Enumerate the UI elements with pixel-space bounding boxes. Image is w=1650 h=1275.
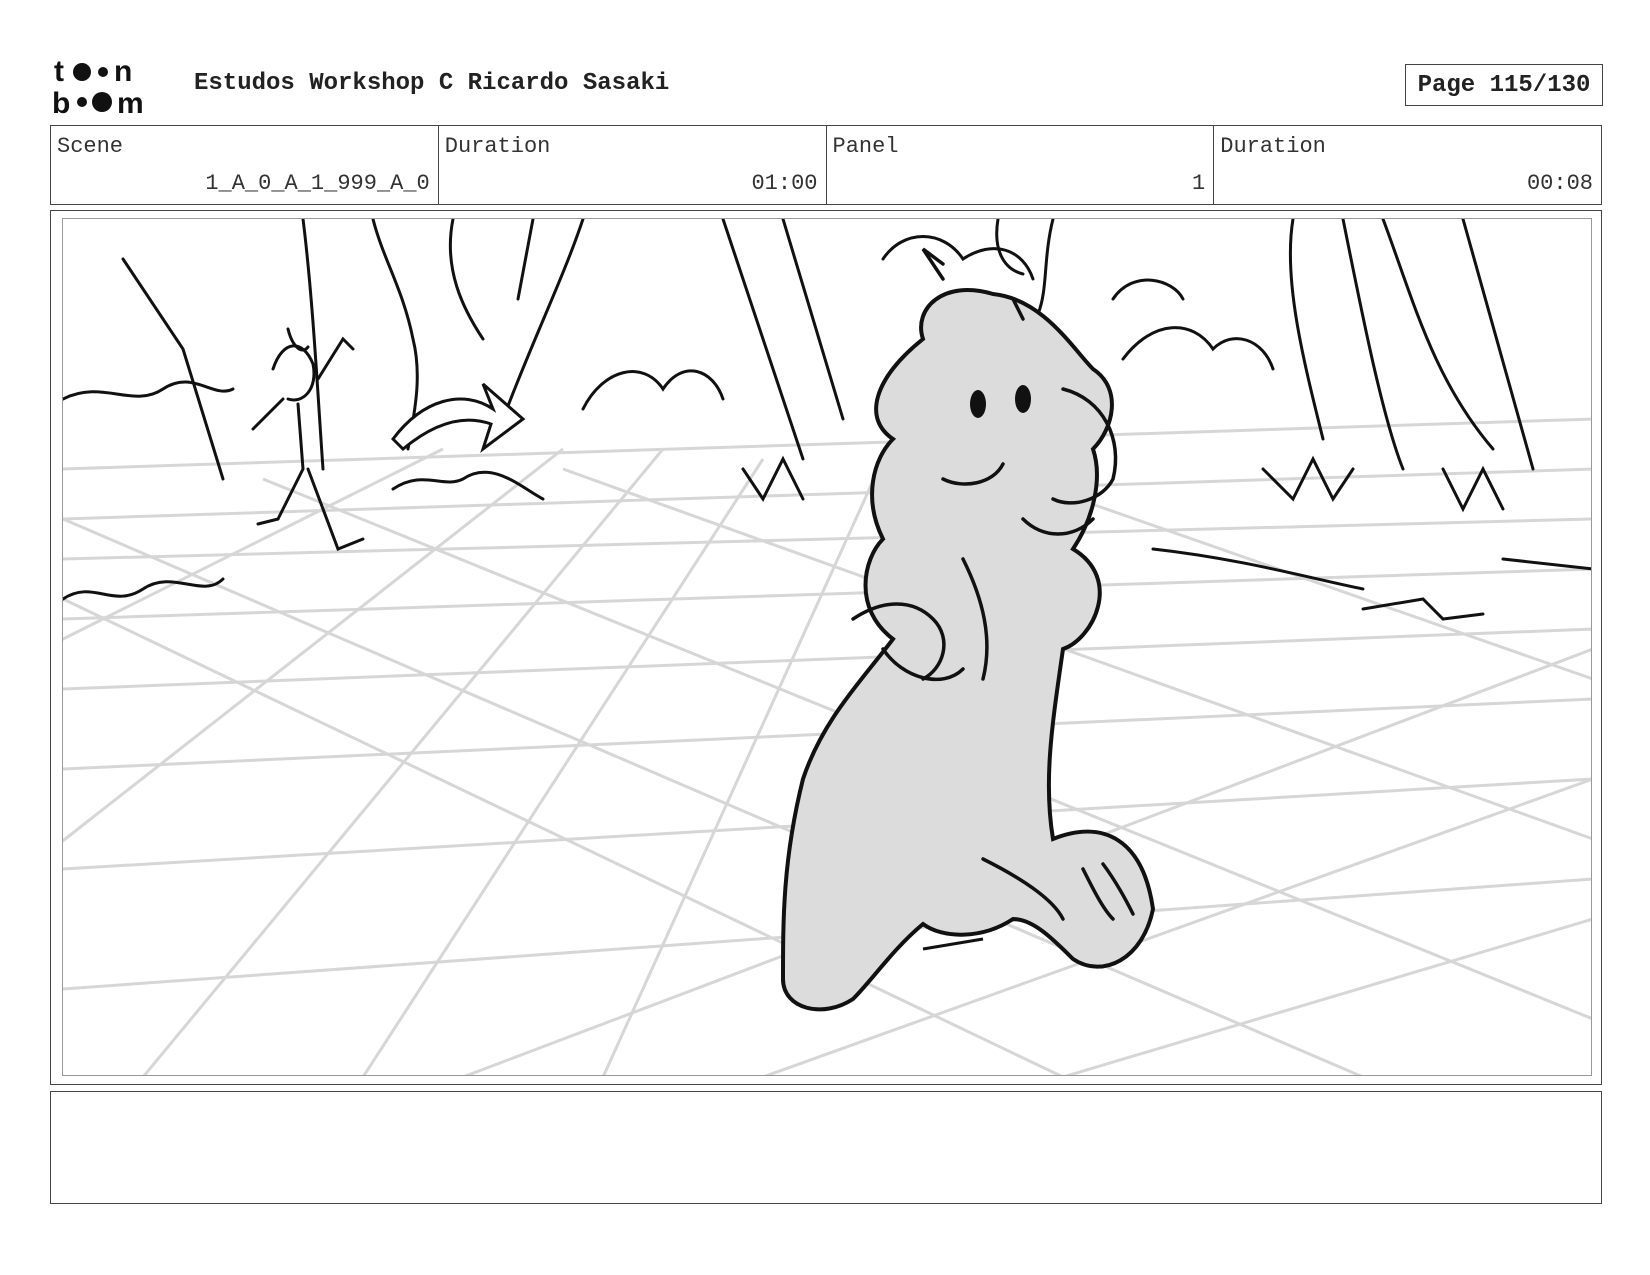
svg-text:n: n (114, 55, 132, 88)
panel-label: Panel (832, 134, 899, 159)
page-number: Page 115/130 (1405, 64, 1603, 106)
scene-label: Scene (57, 134, 124, 159)
info-row: Scene 1_A_0_A_1_999_A_0 Duration 01:00 P… (50, 125, 1602, 205)
panel-duration-cell: Duration 00:08 (1214, 126, 1601, 204)
panel-cell: Panel 1 (827, 126, 1215, 204)
scene-cell: Scene 1_A_0_A_1_999_A_0 (51, 126, 439, 204)
storyboard-panel (62, 218, 1592, 1076)
motion-arrow (391, 382, 526, 454)
svg-text:t: t (54, 55, 64, 88)
panel-value: 1 (1192, 171, 1206, 196)
scene-value: 1_A_0_A_1_999_A_0 (205, 171, 430, 196)
svg-text:b: b (52, 87, 70, 116)
storyboard-sketch (63, 219, 1591, 1075)
panel-duration-value: 00:08 (1526, 171, 1593, 196)
panel-duration-label: Duration (1220, 134, 1326, 159)
toon-boom-logo: t n b m (52, 54, 170, 116)
rhino-speed-line (922, 937, 984, 951)
document-title: Estudos Workshop C Ricardo Sasaki (194, 70, 670, 97)
scene-duration-cell: Duration 01:00 (439, 126, 827, 204)
svg-text:m: m (117, 87, 144, 116)
scene-duration-value: 01:00 (751, 171, 818, 196)
scene-duration-label: Duration (444, 134, 551, 159)
background-trees (63, 219, 1591, 621)
panel-notes (50, 1091, 1602, 1204)
toon-boom-logo-icon: t n b m (52, 55, 144, 116)
